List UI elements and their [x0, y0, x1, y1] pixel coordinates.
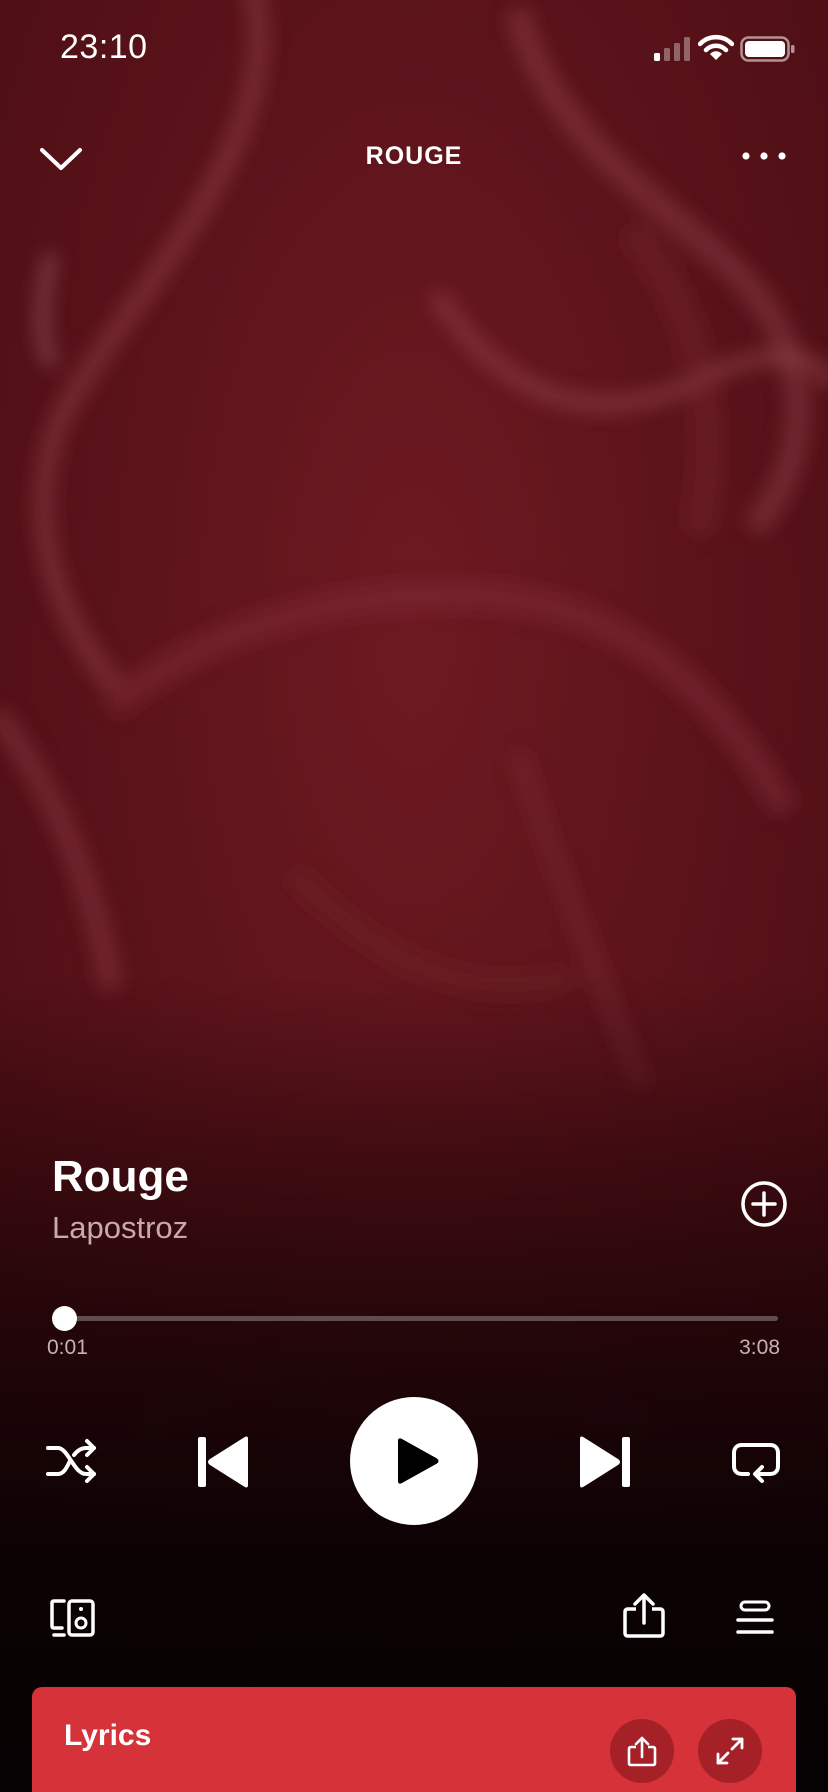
- total-time: 3:08: [739, 1336, 780, 1359]
- wifi-icon: [698, 34, 734, 60]
- context-title: ROUGE: [365, 142, 463, 170]
- skip-next-icon[interactable]: [578, 1434, 632, 1490]
- track-artist[interactable]: Lapostroz: [52, 1210, 188, 1246]
- expand-icon: [716, 1737, 744, 1765]
- add-circle-icon[interactable]: [740, 1180, 788, 1228]
- connect-devices-icon[interactable]: [50, 1598, 96, 1638]
- progress-handle[interactable]: [51, 1306, 77, 1331]
- cellular-signal-icon: [654, 37, 690, 61]
- track-title[interactable]: Rouge: [52, 1152, 189, 1202]
- share-icon[interactable]: [622, 1592, 666, 1638]
- shuffle-icon[interactable]: [44, 1436, 100, 1486]
- progress-bar[interactable]: [51, 1306, 778, 1331]
- queue-icon[interactable]: [736, 1600, 774, 1636]
- status-time: 23:10: [60, 28, 148, 66]
- lyrics-expand-button[interactable]: [698, 1719, 762, 1783]
- elapsed-time: 0:01: [47, 1336, 88, 1359]
- lyrics-card[interactable]: Lyrics: [32, 1687, 796, 1792]
- now-playing-screen: 23:10 ROUGE Rouge Lapostroz 0:01 3:08 Ly…: [0, 0, 828, 1792]
- status-bar: 23:10: [0, 0, 828, 100]
- share-icon: [627, 1736, 657, 1767]
- more-horizontal-icon[interactable]: [740, 146, 788, 166]
- lyrics-share-button[interactable]: [610, 1719, 674, 1783]
- battery-icon: [740, 36, 795, 62]
- play-button[interactable]: [350, 1397, 478, 1525]
- play-icon: [398, 1438, 439, 1484]
- chevron-down-icon[interactable]: [38, 138, 84, 178]
- skip-previous-icon[interactable]: [196, 1434, 250, 1490]
- lyrics-label: Lyrics: [64, 1719, 152, 1752]
- repeat-icon[interactable]: [730, 1436, 782, 1486]
